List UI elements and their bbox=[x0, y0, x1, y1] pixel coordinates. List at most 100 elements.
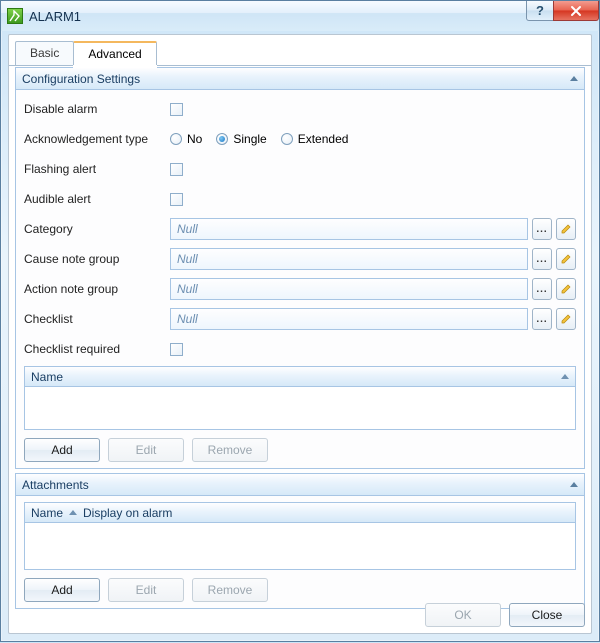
section-attachments: Attachments Name Display on alarm bbox=[15, 473, 585, 609]
close-window-button[interactable] bbox=[553, 1, 599, 21]
section-configuration-header[interactable]: Configuration Settings bbox=[16, 68, 584, 90]
ok-button: OK bbox=[425, 603, 501, 627]
section-attachments-body: Name Display on alarm Add Edit Remove bbox=[16, 496, 584, 608]
ellipsis-icon: ... bbox=[536, 314, 547, 325]
ellipsis-icon: ... bbox=[536, 224, 547, 235]
attachments-grid-body bbox=[25, 523, 575, 569]
label-flashing-alert: Flashing alert bbox=[24, 162, 170, 176]
browse-action-note-button[interactable]: ... bbox=[532, 278, 552, 300]
ellipsis-icon: ... bbox=[536, 284, 547, 295]
btn-label: Close bbox=[532, 608, 563, 622]
attachments-grid-header[interactable]: Name Display on alarm bbox=[25, 503, 575, 523]
checklist-edit-button: Edit bbox=[108, 438, 184, 462]
row-disable-alarm: Disable alarm bbox=[24, 96, 576, 122]
checkbox-audible-alert[interactable] bbox=[170, 193, 183, 206]
section-configuration-title: Configuration Settings bbox=[22, 72, 140, 86]
app-icon bbox=[7, 8, 23, 24]
running-man-icon bbox=[9, 10, 21, 22]
radio-ack-single[interactable]: Single bbox=[216, 132, 266, 146]
attachments-col-display[interactable]: Display on alarm bbox=[83, 506, 172, 520]
btn-label: OK bbox=[454, 608, 471, 622]
section-attachments-header[interactable]: Attachments bbox=[16, 474, 584, 496]
field-category[interactable]: Null bbox=[170, 218, 528, 240]
pencil-icon bbox=[560, 223, 572, 235]
browse-category-button[interactable]: ... bbox=[532, 218, 552, 240]
radio-ack-extended-label: Extended bbox=[298, 132, 349, 146]
edit-cause-note-button[interactable] bbox=[556, 248, 576, 270]
checklist-add-button[interactable]: Add bbox=[24, 438, 100, 462]
attachments-col-name-label: Name bbox=[31, 506, 63, 520]
radio-group-ack-type: No Single Extended bbox=[170, 132, 348, 146]
edit-action-note-button[interactable] bbox=[556, 278, 576, 300]
pencil-icon bbox=[560, 313, 572, 325]
row-action-note-group: Action note group Null ... bbox=[24, 276, 576, 302]
chevron-up-icon bbox=[570, 482, 578, 487]
label-checklist: Checklist bbox=[24, 312, 170, 326]
browse-cause-note-button[interactable]: ... bbox=[532, 248, 552, 270]
radio-icon bbox=[216, 133, 228, 145]
tab-basic[interactable]: Basic bbox=[15, 41, 74, 65]
label-action-note-group: Action note group bbox=[24, 282, 170, 296]
close-icon bbox=[570, 5, 582, 17]
checkbox-flashing-alert[interactable] bbox=[170, 163, 183, 176]
label-ack-type: Acknowledgement type bbox=[24, 132, 170, 146]
label-cause-note-group: Cause note group bbox=[24, 252, 170, 266]
section-configuration-body: Disable alarm Acknowledgement type No bbox=[16, 90, 584, 468]
checklist-grid-header[interactable]: Name bbox=[25, 367, 575, 387]
attachments-remove-button: Remove bbox=[192, 578, 268, 602]
checklist-col-name[interactable]: Name bbox=[31, 370, 63, 384]
chevron-up-icon bbox=[570, 76, 578, 81]
checklist-button-row: Add Edit Remove bbox=[24, 434, 576, 462]
radio-icon bbox=[170, 133, 182, 145]
row-flashing-alert: Flashing alert bbox=[24, 156, 576, 182]
checklist-remove-button: Remove bbox=[192, 438, 268, 462]
checklist-grid-body bbox=[25, 387, 575, 429]
row-checklist-required: Checklist required bbox=[24, 336, 576, 362]
client-area: Basic Advanced Configuration Settings Di… bbox=[8, 34, 592, 634]
window-title: ALARM1 bbox=[29, 9, 81, 24]
browse-checklist-button[interactable]: ... bbox=[532, 308, 552, 330]
ellipsis-icon: ... bbox=[536, 254, 547, 265]
label-audible-alert: Audible alert bbox=[24, 192, 170, 206]
tab-body: Configuration Settings Disable alarm Ack… bbox=[15, 67, 585, 627]
field-cause-note-group[interactable]: Null bbox=[170, 248, 528, 270]
checklist-grid: Name bbox=[24, 366, 576, 430]
label-checklist-required: Checklist required bbox=[24, 342, 170, 356]
attachments-button-row: Add Edit Remove bbox=[24, 574, 576, 602]
radio-icon bbox=[281, 133, 293, 145]
row-audible-alert: Audible alert bbox=[24, 186, 576, 212]
radio-ack-extended[interactable]: Extended bbox=[281, 132, 349, 146]
row-cause-note-group: Cause note group Null ... bbox=[24, 246, 576, 272]
pencil-icon bbox=[560, 253, 572, 265]
attachments-grid: Name Display on alarm bbox=[24, 502, 576, 570]
attachments-col-display-label: Display on alarm bbox=[83, 506, 172, 520]
radio-ack-no[interactable]: No bbox=[170, 132, 202, 146]
close-button[interactable]: Close bbox=[509, 603, 585, 627]
edit-checklist-button[interactable] bbox=[556, 308, 576, 330]
tab-basic-label: Basic bbox=[30, 46, 59, 60]
attachments-col-name[interactable]: Name bbox=[31, 506, 83, 520]
btn-label: Remove bbox=[208, 583, 253, 597]
section-attachments-title: Attachments bbox=[22, 478, 89, 492]
row-category: Category Null ... bbox=[24, 216, 576, 242]
tab-advanced[interactable]: Advanced bbox=[73, 41, 156, 65]
row-ack-type: Acknowledgement type No Single bbox=[24, 126, 576, 152]
radio-ack-no-label: No bbox=[187, 132, 202, 146]
field-action-note-group[interactable]: Null bbox=[170, 278, 528, 300]
label-disable-alarm: Disable alarm bbox=[24, 102, 170, 116]
attachments-add-button[interactable]: Add bbox=[24, 578, 100, 602]
window-buttons: ? bbox=[527, 1, 599, 21]
btn-label: Edit bbox=[136, 443, 157, 457]
btn-label: Edit bbox=[136, 583, 157, 597]
field-checklist[interactable]: Null bbox=[170, 308, 528, 330]
checklist-col-name-label: Name bbox=[31, 370, 63, 384]
tab-row: Basic Advanced bbox=[9, 35, 591, 66]
btn-label: Add bbox=[51, 443, 72, 457]
checkbox-checklist-required[interactable] bbox=[170, 343, 183, 356]
btn-label: Remove bbox=[208, 443, 253, 457]
edit-category-button[interactable] bbox=[556, 218, 576, 240]
section-configuration: Configuration Settings Disable alarm Ack… bbox=[15, 67, 585, 469]
row-checklist: Checklist Null ... bbox=[24, 306, 576, 332]
checkbox-disable-alarm[interactable] bbox=[170, 103, 183, 116]
help-button[interactable]: ? bbox=[526, 1, 554, 21]
